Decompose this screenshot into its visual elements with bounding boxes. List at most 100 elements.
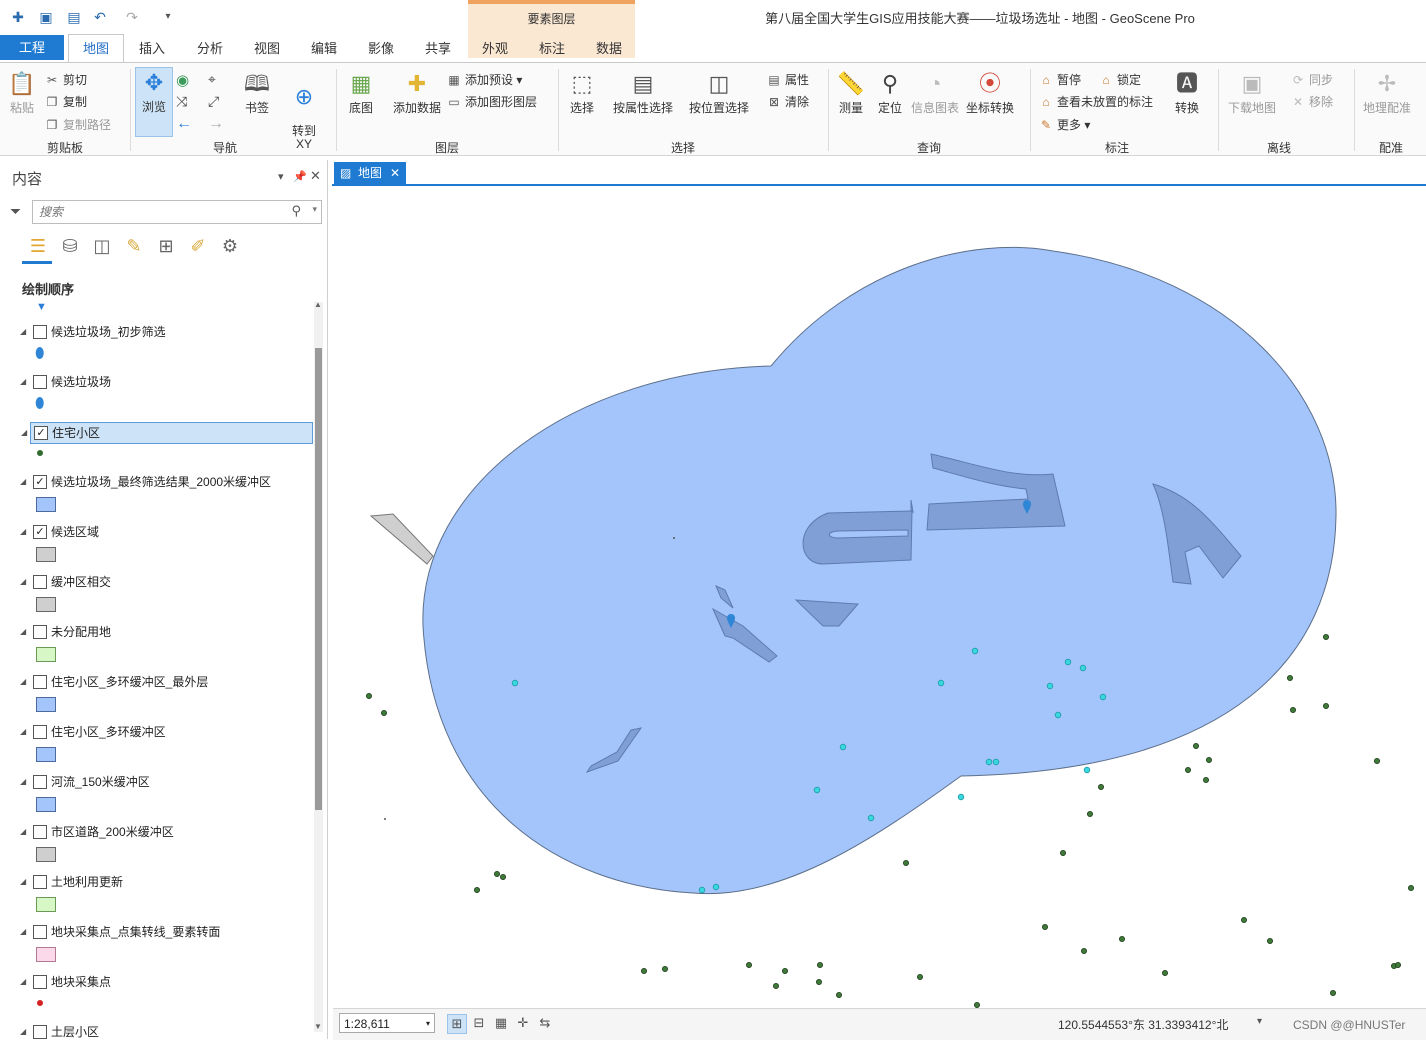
layer-visibility-checkbox[interactable] — [33, 325, 47, 339]
search-input[interactable] — [37, 201, 281, 223]
layer-visibility-checkbox[interactable] — [33, 975, 47, 989]
filter-icon[interactable]: ⏷ — [10, 203, 21, 220]
layer-row[interactable]: ◢ 地块采集点 — [20, 972, 312, 992]
layer-visibility-checkbox[interactable] — [33, 825, 47, 839]
copy-path-button[interactable]: ❐ 复制路径 — [44, 116, 111, 133]
select-by-location-button[interactable]: ◫ 按位置选择 — [686, 69, 752, 116]
layer-symbol-fill-swatch[interactable] — [36, 797, 56, 812]
tab-appearance[interactable]: 外观 — [471, 38, 519, 60]
list-by-selection-icon[interactable]: ◫ — [90, 234, 114, 258]
previous-extent-icon[interactable]: ← — [176, 115, 192, 133]
open-folder-icon[interactable]: ▣ — [38, 9, 54, 25]
layer-visibility-checkbox[interactable]: ✓ — [33, 525, 47, 539]
layer-visibility-checkbox[interactable] — [33, 625, 47, 639]
tab-share[interactable]: 共享 — [414, 38, 462, 60]
layer-visibility-checkbox[interactable] — [33, 675, 47, 689]
expand-layer-icon[interactable]: ◢ — [20, 472, 26, 492]
layer-visibility-checkbox[interactable] — [33, 875, 47, 889]
expand-layer-icon[interactable]: ◢ — [20, 522, 26, 542]
layer-visibility-checkbox[interactable] — [33, 725, 47, 739]
expand-layer-icon[interactable]: ◢ — [20, 722, 26, 742]
download-map-button[interactable]: ▣ 下载地图 — [1224, 69, 1280, 116]
goto-xy-button[interactable]: ⊕ 转到 XY — [284, 69, 324, 151]
copy-button[interactable]: ❐ 复制 — [44, 93, 87, 110]
layer-symbol-fill-swatch[interactable] — [36, 947, 56, 962]
save-icon[interactable]: ▤ — [66, 9, 82, 25]
layer-visibility-checkbox[interactable] — [33, 575, 47, 589]
layer-symbol-marker-icon[interactable]: ⬮ — [35, 395, 44, 412]
map-canvas[interactable] — [333, 186, 1426, 1008]
coordinate-format-dropdown-icon[interactable]: ▾ — [1257, 1016, 1262, 1027]
tab-map-view[interactable]: ▨ 地图 ✕ — [334, 162, 406, 184]
layer-row[interactable]: ◢ 候选垃圾场_初步筛选 — [20, 322, 312, 342]
infographics-button[interactable]: ◔ 信息图表 — [910, 69, 960, 116]
layer-symbol-fill-swatch[interactable] — [36, 897, 56, 912]
layer-symbol-fill-swatch[interactable] — [36, 847, 56, 862]
locate-button[interactable]: ⚲ 定位 — [872, 69, 908, 116]
list-by-labeling-icon[interactable]: ✐ — [186, 234, 210, 258]
list-by-drawing-order-icon[interactable]: ☰ — [26, 234, 50, 258]
close-map-tab-icon[interactable]: ✕ — [390, 162, 400, 184]
paste-button[interactable]: 📋 粘贴 — [4, 69, 40, 116]
tab-labeling[interactable]: 标注 — [528, 38, 576, 60]
layer-row[interactable]: ◢ 住宅小区_多环缓冲区_最外层 — [20, 672, 312, 692]
expand-layer-icon[interactable]: ◢ — [20, 572, 26, 592]
layer-symbol-fill-swatch[interactable] — [36, 597, 56, 612]
north-arrow-icon[interactable]: ⇆ — [536, 1014, 554, 1032]
remove-offline-button[interactable]: ✕ 移除 — [1290, 93, 1333, 110]
close-pane-icon[interactable]: ✕ — [310, 168, 321, 184]
bookmarks-button[interactable]: 🕮 书签 — [238, 69, 276, 116]
layer-row[interactable]: ◢ ✓ 住宅小区 — [21, 422, 313, 444]
add-graphics-layer-button[interactable]: ▭ 添加图形图层 — [446, 93, 537, 110]
redo-icon[interactable]: ↷ — [124, 9, 140, 25]
explore-button[interactable]: ✥ 浏览 — [135, 67, 173, 137]
tab-project[interactable]: 工程 — [0, 35, 64, 60]
undo-icon[interactable]: ↶ — [92, 9, 108, 25]
tab-data[interactable]: 数据 — [585, 38, 633, 60]
contents-scrollbar-thumb[interactable] — [315, 348, 322, 810]
tab-insert[interactable]: 插入 — [128, 38, 176, 60]
fixed-zoom-out-icon[interactable]: ⤢ — [208, 93, 219, 110]
scale-selector[interactable]: 1:28,611 ▾ — [339, 1013, 435, 1033]
grid-icon[interactable]: ▦ — [492, 1014, 510, 1032]
layer-symbol-fill-swatch[interactable] — [36, 647, 56, 662]
layer-symbol-fill-swatch[interactable] — [36, 697, 56, 712]
add-preset-button[interactable]: ▦ 添加预设 ▾ — [446, 71, 522, 88]
layer-row[interactable]: ◢ 缓冲区相交 — [20, 572, 312, 592]
list-by-editing-icon[interactable]: ✎ — [122, 234, 146, 258]
cut-button[interactable]: ✂ 剪切 — [44, 71, 87, 88]
select-by-attributes-button[interactable]: ▤ 按属性选择 — [610, 69, 676, 116]
scale-dropdown-icon[interactable]: ▾ — [426, 1014, 430, 1034]
tab-map[interactable]: 地图 — [68, 34, 124, 63]
layer-row[interactable]: ◢ 土地利用更新 — [20, 872, 312, 892]
expand-layer-icon[interactable]: ◢ — [20, 672, 26, 692]
tab-view[interactable]: 视图 — [243, 38, 291, 60]
new-project-icon[interactable]: ✚ — [10, 9, 26, 25]
tab-analysis[interactable]: 分析 — [186, 38, 234, 60]
convert-labels-button[interactable]: 🅰 转换 — [1168, 69, 1206, 116]
layer-row[interactable]: ◢ 未分配用地 — [20, 622, 312, 642]
layer-row[interactable]: ◢ ✓ 候选垃圾场_最终筛选结果_2000米缓冲区 — [20, 472, 312, 492]
expand-layer-icon[interactable]: ◢ — [20, 922, 26, 942]
expand-layer-icon[interactable]: ◢ — [21, 423, 27, 443]
layer-symbol-point-icon[interactable] — [37, 1000, 43, 1006]
expand-layer-icon[interactable]: ◢ — [20, 322, 26, 342]
expand-layer-icon[interactable]: ◢ — [20, 622, 26, 642]
list-by-snapping-icon[interactable]: ⊞ — [154, 234, 178, 258]
scroll-up-icon[interactable]: ▲ — [314, 300, 322, 309]
layer-row[interactable]: ◢ 地块采集点_点集转线_要素转面 — [20, 922, 312, 942]
fixed-zoom-in-icon[interactable]: ⤨ — [176, 93, 187, 110]
sync-button[interactable]: ⟳ 同步 — [1290, 71, 1333, 88]
tab-edit[interactable]: 编辑 — [300, 38, 348, 60]
layer-symbol-point-icon[interactable] — [37, 450, 43, 456]
full-extent-icon[interactable]: ◉ — [176, 71, 189, 89]
layer-visibility-checkbox[interactable]: ✓ — [34, 426, 48, 440]
pane-options-icon[interactable]: ▾ — [278, 170, 284, 183]
list-by-source-icon[interactable]: ⛁ — [58, 234, 82, 258]
expand-layer-icon[interactable]: ◢ — [20, 822, 26, 842]
expand-layer-icon[interactable]: ◢ — [20, 372, 26, 392]
layer-visibility-checkbox[interactable] — [33, 775, 47, 789]
convert-coordinates-button[interactable]: ⦿ 坐标转换 — [964, 69, 1016, 116]
search-icon[interactable]: ⚲ — [291, 203, 301, 219]
layer-row[interactable]: ◢ 候选垃圾场 — [20, 372, 312, 392]
